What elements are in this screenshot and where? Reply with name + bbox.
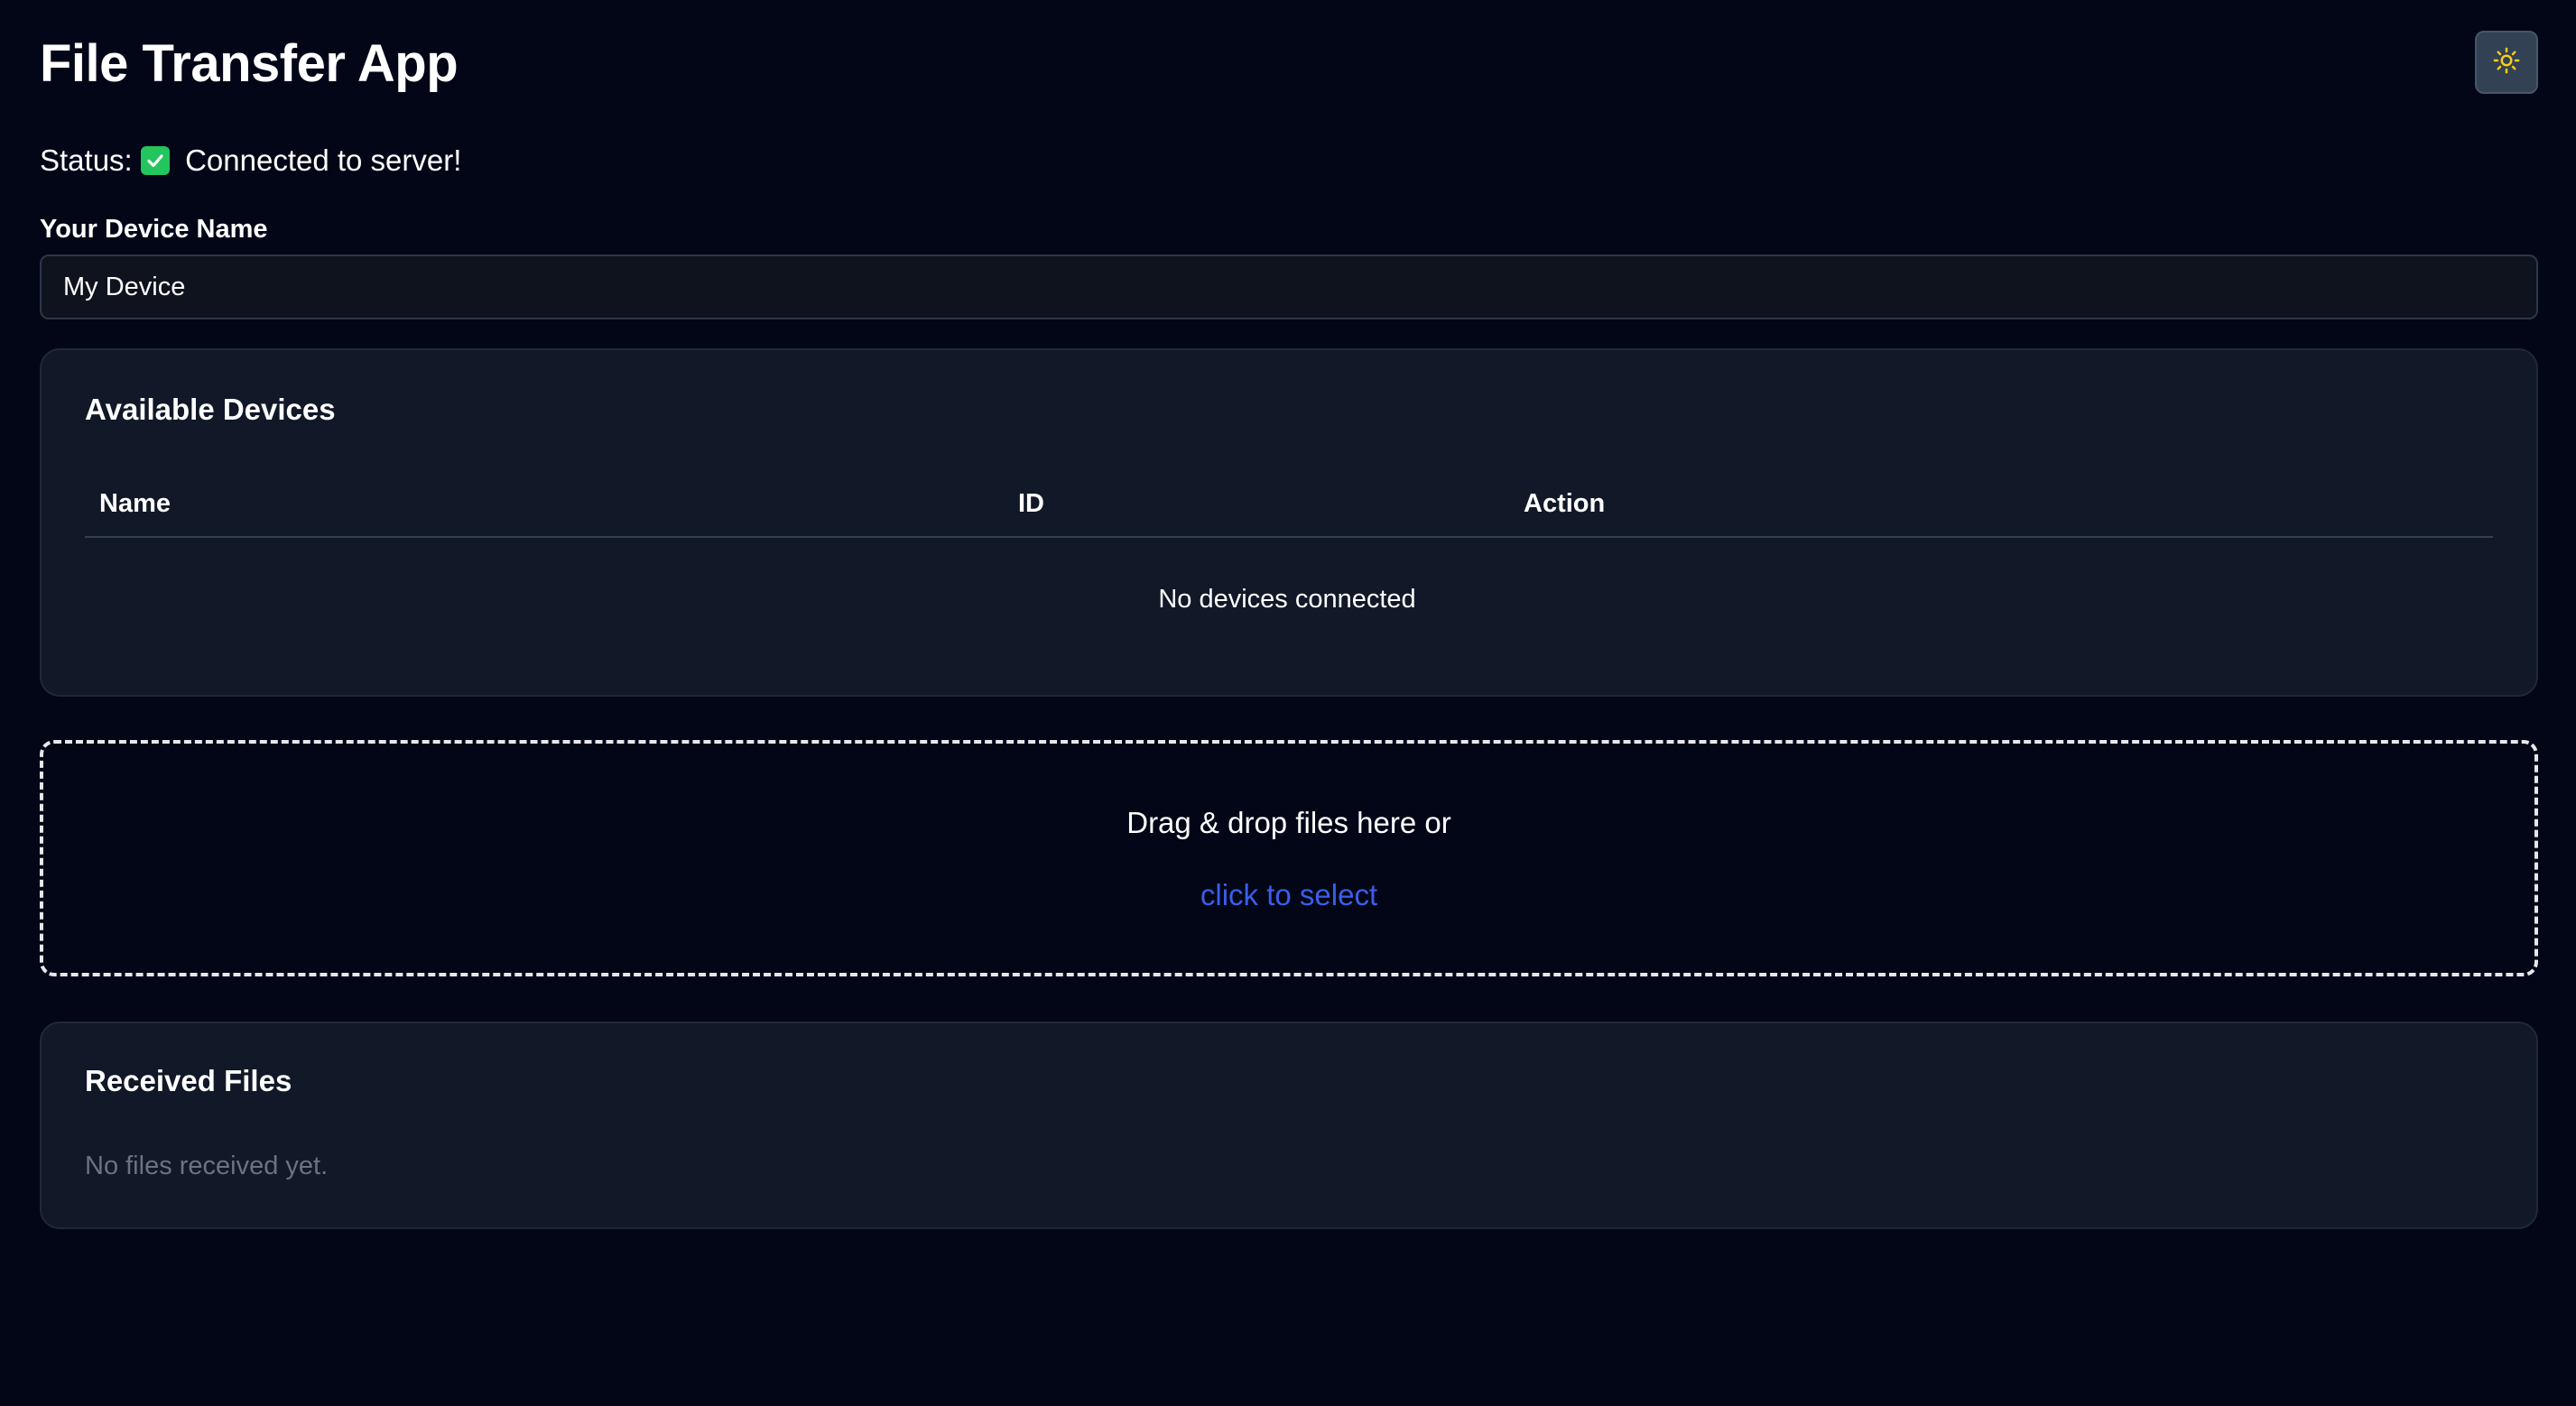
- app-container: File Transfer App Status: Connected to s…: [40, 0, 2538, 1229]
- devices-empty-message: No devices connected: [1158, 585, 1416, 614]
- column-header-name: Name: [99, 489, 171, 518]
- column-header-id: ID: [1018, 489, 1044, 518]
- received-files-panel: Received Files No files received yet.: [40, 1022, 2538, 1229]
- status-label: Status:: [40, 143, 133, 177]
- device-name-label: Your Device Name: [40, 215, 268, 244]
- check-mark-icon: [140, 146, 170, 175]
- click-to-select-link[interactable]: click to select: [1200, 875, 1377, 915]
- sun-icon: [2493, 47, 2520, 79]
- received-files-title: Received Files: [85, 1064, 292, 1097]
- file-dropzone[interactable]: Drag & drop files here or click to selec…: [40, 740, 2538, 976]
- header: File Transfer App: [40, 0, 2538, 99]
- available-devices-title: Available Devices: [85, 393, 336, 426]
- available-devices-panel: Available Devices Name ID Action: [40, 348, 2538, 697]
- device-name-input[interactable]: [40, 254, 2538, 319]
- files-empty-message: No files received yet.: [85, 1152, 329, 1180]
- column-header-action: Action: [1524, 489, 1606, 518]
- status-text: Connected to server!: [185, 143, 462, 177]
- theme-toggle-button[interactable]: [2475, 31, 2538, 94]
- devices-table-header: Name ID Action: [85, 486, 2493, 538]
- connection-status: Status: Connected to server!: [40, 141, 461, 180]
- page-title: File Transfer App: [40, 34, 459, 93]
- dropzone-text: Drag & drop files here or: [1126, 806, 1451, 839]
